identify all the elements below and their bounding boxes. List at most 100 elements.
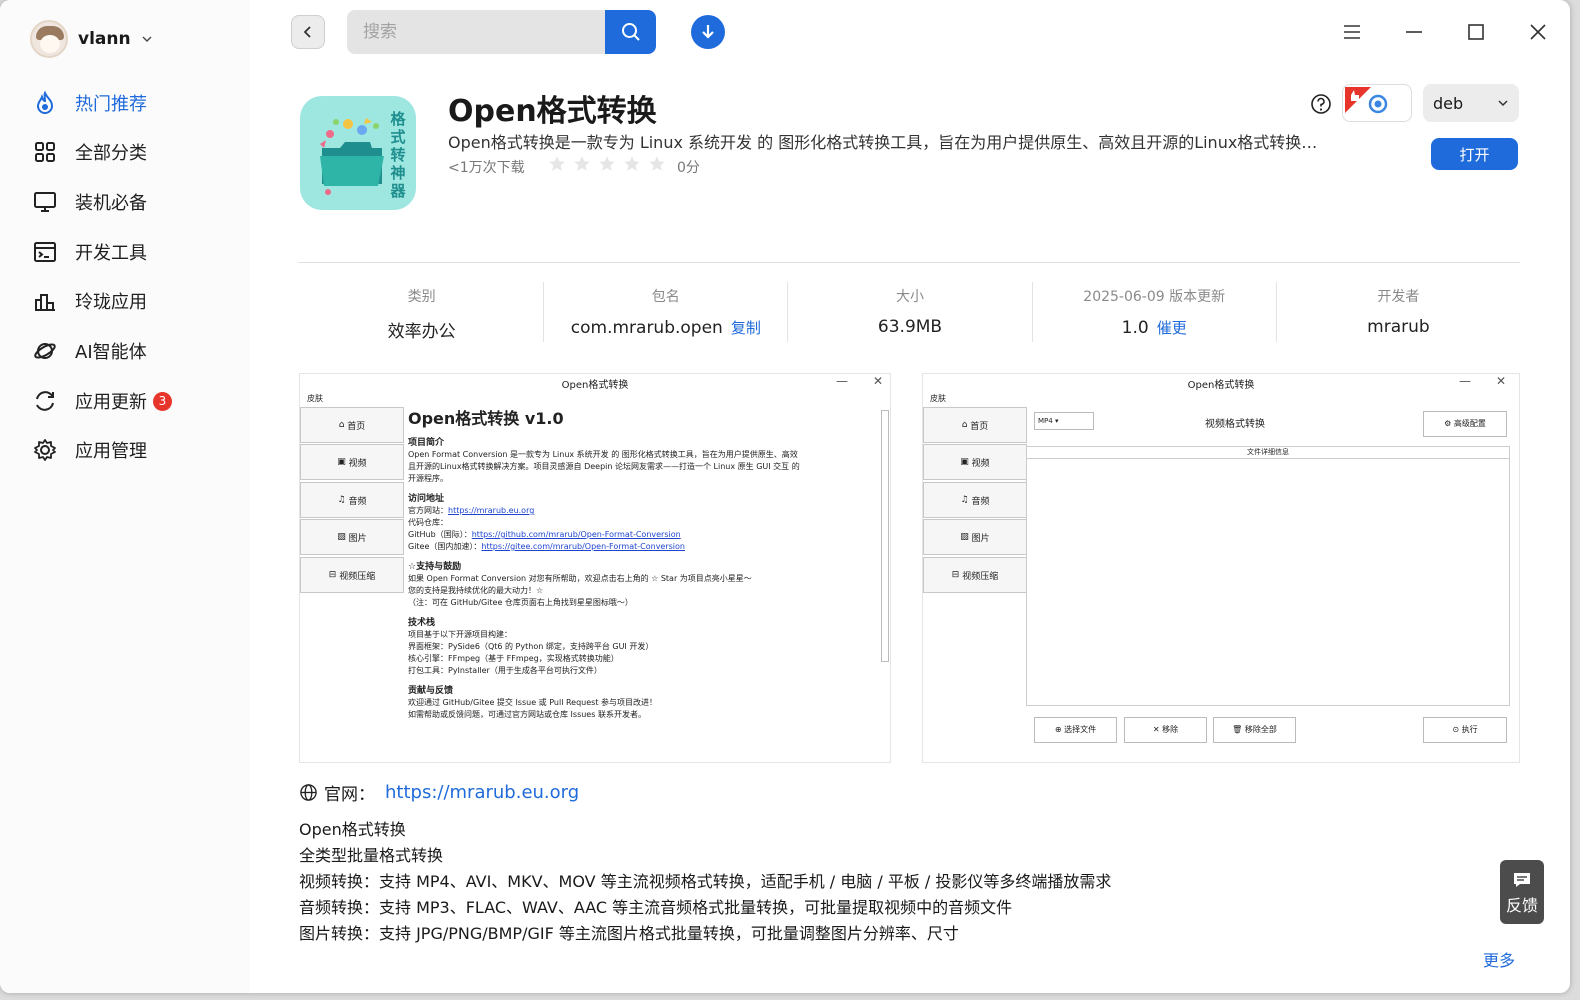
sidebar-item-essentials[interactable]: 装机必备 xyxy=(32,184,232,220)
chart-app-icon xyxy=(35,294,55,311)
screenshot-about-content: Open格式转换 v1.0 项目简介 Open Format Conversio… xyxy=(408,409,800,719)
globe-icon xyxy=(300,784,317,801)
open-app-button[interactable]: 打开 xyxy=(1431,138,1518,170)
info-label: 2025-06-09 版本更新 xyxy=(1083,289,1226,305)
copy-link[interactable]: 复制 xyxy=(731,319,761,337)
svg-text:神: 神 xyxy=(390,164,405,182)
sidebar-item-label: AI智能体 xyxy=(75,342,147,363)
screenshot-file-panel: 文件详细信息 xyxy=(1026,446,1510,706)
sidebar-item-label: 玲珑应用 xyxy=(75,292,147,313)
skin-menu: 皮肤 xyxy=(307,394,323,403)
search-box xyxy=(347,10,607,54)
info-value: 效率办公 xyxy=(387,322,456,342)
description-line: 图片转换：支持 JPG/PNG/BMP/GIF 等主流图片格式批量转换，可批量调… xyxy=(299,924,959,943)
package-format-select[interactable]: deb xyxy=(1423,84,1519,122)
app-description: Open格式转换是一款专为 Linux 系统开发 的 图形化格式转换工具，旨在为… xyxy=(448,133,1318,152)
info-category: 类别 效率办公 xyxy=(300,282,545,342)
search-input[interactable] xyxy=(347,10,607,54)
gear-icon xyxy=(34,439,56,461)
screenshot-nav-item: ▨ 图片 xyxy=(300,519,404,555)
sidebar-item-manage[interactable]: 应用管理 xyxy=(32,432,232,468)
chevron-down-icon xyxy=(142,36,152,42)
sidebar-item-categories[interactable]: 全部分类 xyxy=(32,134,232,170)
sidebar-item-label: 全部分类 xyxy=(75,143,147,164)
minimize-icon xyxy=(1406,31,1422,33)
website-label: 官网： xyxy=(324,785,375,805)
website-row: 官网： https://mrarub.eu.org xyxy=(299,780,579,805)
minimize-button[interactable] xyxy=(1400,18,1428,46)
help-icon[interactable] xyxy=(1310,93,1332,115)
urge-update-link[interactable]: 催更 xyxy=(1157,319,1187,337)
back-button[interactable] xyxy=(291,15,325,49)
screenshot-nav-item: ▣ 视频 xyxy=(300,444,404,480)
chevron-down-icon xyxy=(1498,100,1508,107)
user-menu[interactable]: vlann xyxy=(30,20,153,58)
maximize-button[interactable] xyxy=(1462,18,1490,46)
rating-stars xyxy=(548,155,666,173)
sidebar-item-label: 热门推荐 xyxy=(75,94,147,115)
app-title: Open格式转换 xyxy=(448,94,657,129)
sidebar-item-hot[interactable]: 热门推荐 xyxy=(32,85,232,121)
description-line: 音频转换：支持 MP3、FLAC、WAV、AAC 等主流音频格式批量转换，可批量… xyxy=(299,898,1013,917)
close-button[interactable] xyxy=(1524,18,1552,46)
maximize-icon xyxy=(1468,24,1484,40)
feedback-label: 反馈 xyxy=(1505,896,1538,915)
info-label: 开发者 xyxy=(1377,289,1420,305)
screenshot-button: ⊙ 执行 xyxy=(1423,717,1507,743)
screenshot-nav-item: ♫ 音频 xyxy=(300,482,404,518)
sidebar-item-devtools[interactable]: 开发工具 xyxy=(32,234,232,270)
avatar xyxy=(30,20,68,58)
app-icon: 格 式 转 神 器 xyxy=(300,96,416,210)
close-icon: ✕ xyxy=(873,374,884,388)
source-badges[interactable] xyxy=(1342,84,1412,122)
rating-score: 0分 xyxy=(677,160,700,176)
screenshot-nav-item: ♫ 音频 xyxy=(923,482,1027,518)
svg-text:式: 式 xyxy=(390,128,405,146)
skin-menu: 皮肤 xyxy=(930,394,946,403)
screenshot-button: ✕ 移除 xyxy=(1124,717,1207,743)
screenshot-nav-item: ⌂ 首页 xyxy=(300,407,404,443)
search-button[interactable] xyxy=(605,10,656,54)
menu-button[interactable] xyxy=(1338,18,1366,46)
package-format-value: deb xyxy=(1433,93,1464,113)
sidebar-item-updates[interactable]: 应用更新 3 xyxy=(32,383,232,419)
screenshot-nav-item: ⊟ 视频压缩 xyxy=(923,557,1027,593)
website-link[interactable]: https://mrarub.eu.org xyxy=(385,782,579,803)
update-count-badge: 3 xyxy=(153,391,172,411)
download-count: <1万次下载 xyxy=(448,160,525,176)
description-line: 视频转换：支持 MP4、AVI、MKV、MOV 等主流视频格式转换，适配手机 /… xyxy=(299,872,1112,891)
sidebar-item-linglong[interactable]: 玲珑应用 xyxy=(32,283,232,319)
star-icon xyxy=(624,156,640,171)
sidebar-item-label: 装机必备 xyxy=(75,193,147,214)
info-developer: 开发者 mrarub xyxy=(1277,282,1520,342)
minimize-icon: — xyxy=(1459,374,1471,388)
hamburger-menu-icon xyxy=(1344,25,1360,39)
info-label: 类别 xyxy=(407,289,436,305)
info-label: 大小 xyxy=(896,289,924,305)
screenshot-2[interactable]: Open格式转换 — ✕ 皮肤 ⌂ 首页 ▣ 视频 ♫ 音频 ▨ 图片 ⊟ 视频… xyxy=(922,373,1520,763)
feedback-button[interactable]: 反馈 xyxy=(1500,860,1544,924)
screenshot-1[interactable]: Open格式转换 — ✕ 皮肤 ⌂ 首页 ▣ 视频 ♫ 音频 ▨ 图片 ⊟ 视频… xyxy=(299,373,891,763)
info-value: 63.9MB xyxy=(877,317,943,337)
info-value: com.mrarub.open xyxy=(570,318,723,338)
description-line: 全类型批量格式转换 xyxy=(299,846,444,865)
star-icon xyxy=(599,156,615,171)
flame-icon xyxy=(36,90,54,114)
monitor-icon xyxy=(34,192,56,212)
app-store-window: vlann 热门推荐 全部分类 装机必备 开发工具 玲珑应用 AI智能体 应用更… xyxy=(0,0,1570,993)
svg-text:转: 转 xyxy=(390,146,405,164)
more-link[interactable]: 更多 xyxy=(1483,947,1515,971)
download-manager-button[interactable] xyxy=(691,15,725,49)
screenshot-nav-item: ▨ 图片 xyxy=(923,519,1027,555)
grid-icon xyxy=(35,142,55,162)
info-label: 包名 xyxy=(651,289,680,305)
sidebar-item-label: 开发工具 xyxy=(75,243,147,264)
sidebar-item-label: 应用管理 xyxy=(75,441,147,462)
app-info-row: 类别 效率办公 包名 com.mrarub.open 复制 大小 63.9MB 2… xyxy=(300,282,1520,342)
sidebar-item-ai-agent[interactable]: AI智能体 xyxy=(32,333,232,369)
search-icon xyxy=(621,23,640,41)
minimize-icon: — xyxy=(836,374,848,388)
screenshot-button: 🗑 移除全部 xyxy=(1213,717,1296,743)
username: vlann xyxy=(78,29,131,49)
screenshot-window-title: Open格式转换 xyxy=(1187,380,1255,391)
